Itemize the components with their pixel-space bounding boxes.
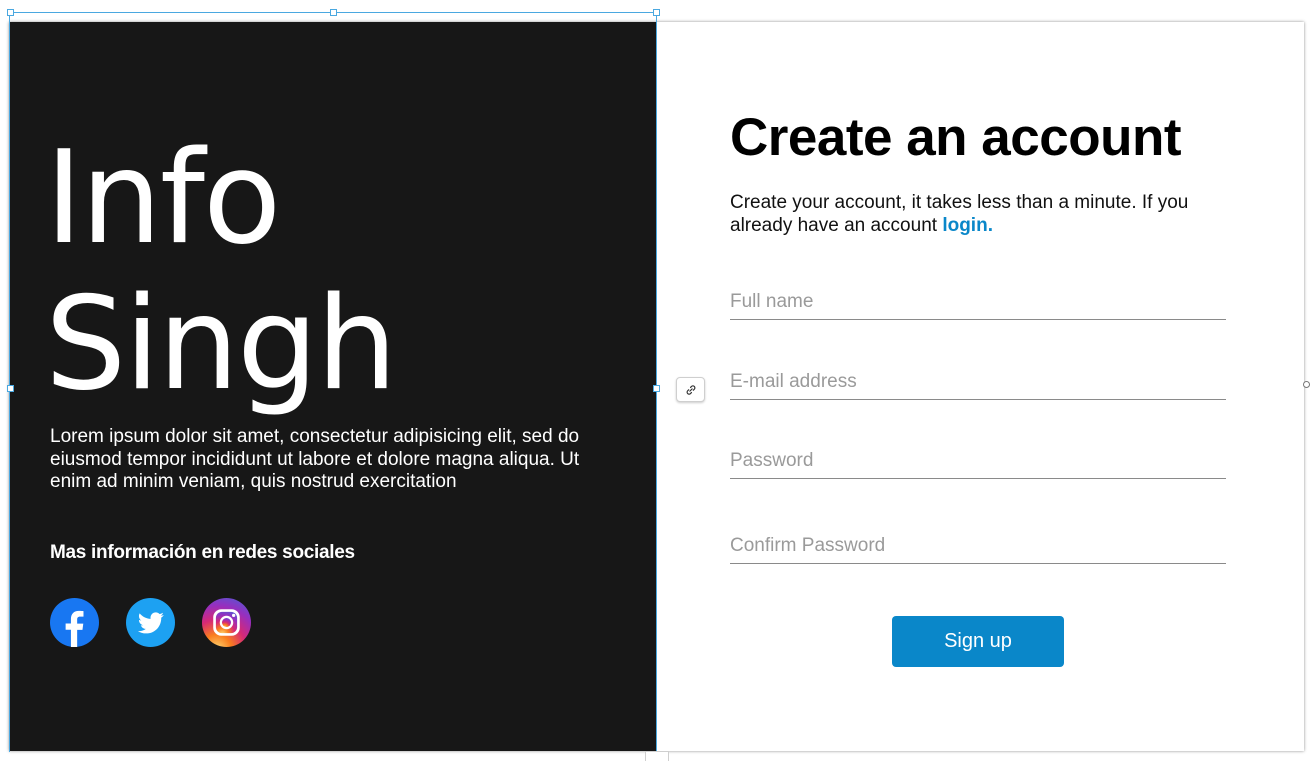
resize-handle-top-left[interactable] [7, 9, 14, 16]
sign-up-button[interactable]: Sign up [892, 616, 1064, 667]
brand-title: Info Singh [45, 126, 635, 418]
bottom-handle[interactable] [645, 751, 669, 761]
brand-title-line-1: Info [45, 124, 281, 273]
facebook-icon[interactable] [50, 598, 99, 647]
signup-panel: Create an account Create your account, i… [656, 22, 1304, 751]
canvas: Info Singh Lorem ipsum dolor sit amet, c… [0, 0, 1310, 761]
resize-handle-top-right[interactable] [653, 9, 660, 16]
selection-outline-right [656, 12, 657, 752]
selection-outline-left [9, 12, 10, 752]
resize-handle-right[interactable] [653, 385, 660, 392]
resize-handle-top[interactable] [330, 9, 337, 16]
instagram-icon[interactable] [202, 598, 251, 647]
social-heading: Mas información en redes sociales [50, 542, 355, 563]
form-subtitle: Create your account, it takes less than … [730, 191, 1230, 237]
form-title: Create an account [730, 108, 1181, 167]
brand-title-line-2: Singh [45, 270, 397, 419]
confirm-password-field[interactable] [730, 529, 1226, 564]
link-button[interactable] [676, 377, 705, 402]
full-name-field[interactable] [730, 285, 1226, 320]
twitter-icon[interactable] [126, 598, 175, 647]
description-text: Lorem ipsum dolor sit amet, consectetur … [50, 426, 580, 492]
login-link[interactable]: login. [942, 215, 993, 236]
resize-handle-left[interactable] [7, 385, 14, 392]
side-handle-dot[interactable] [1303, 381, 1310, 388]
password-field[interactable] [730, 444, 1226, 479]
email-field[interactable] [730, 365, 1226, 400]
info-panel: Info Singh Lorem ipsum dolor sit amet, c… [9, 22, 656, 751]
link-icon [686, 384, 695, 395]
social-links [50, 598, 251, 647]
